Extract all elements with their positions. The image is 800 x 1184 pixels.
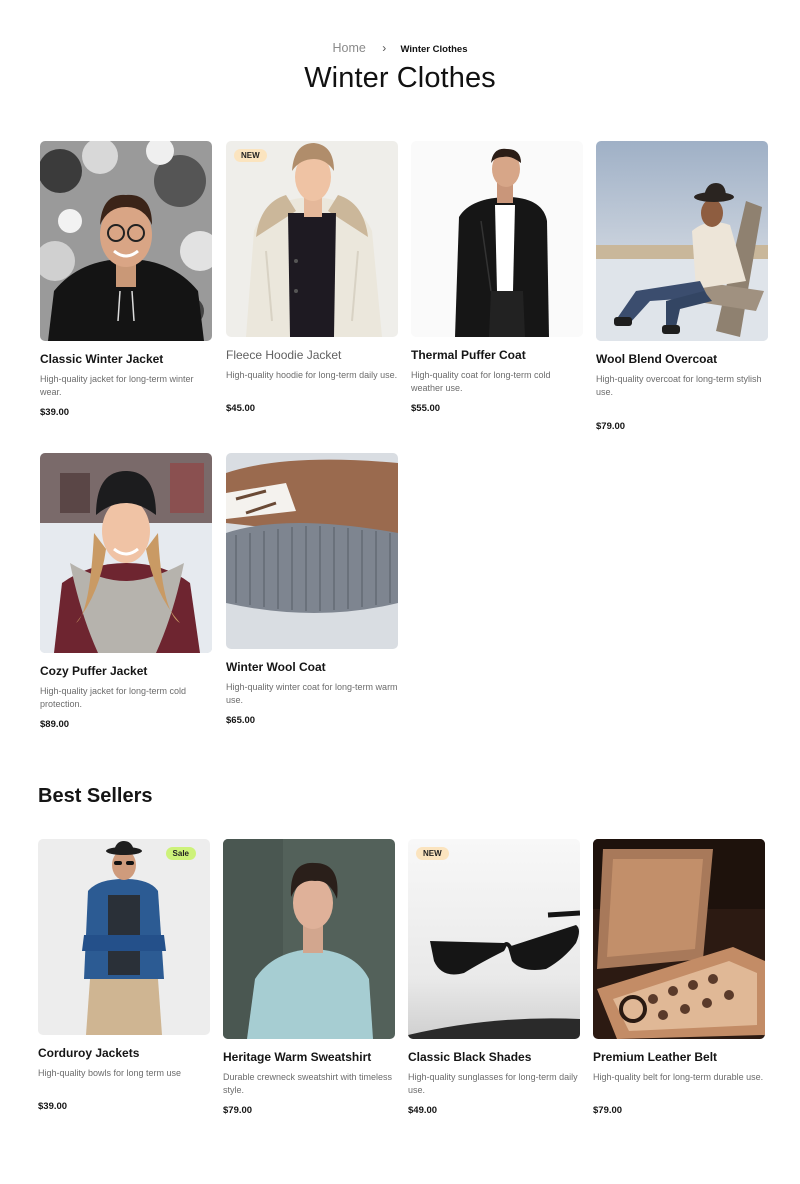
- product-card-fleece-hoodie-jacket[interactable]: NEW Fleece Hoodie Jacket High-quality ho…: [226, 141, 398, 414]
- product-description: Durable crewneck sweatshirt with timeles…: [223, 1072, 393, 1095]
- product-description: High-quality bowls for long term use: [38, 1068, 182, 1078]
- product-name[interactable]: Classic Black Shades: [408, 1050, 580, 1064]
- product-card-premium-leather-belt[interactable]: Premium Leather Belt High-quality belt f…: [593, 839, 765, 1116]
- product-price: $79.00: [596, 421, 626, 432]
- product-price: $79.00: [593, 1105, 623, 1116]
- product-image[interactable]: [411, 141, 583, 337]
- product-name[interactable]: Cozy Puffer Jacket: [40, 664, 212, 678]
- product-card-heritage-warm-sweatshirt[interactable]: Heritage Warm Sweatshirt Durable crewnec…: [223, 839, 395, 1116]
- product-name[interactable]: Fleece Hoodie Jacket: [226, 348, 398, 362]
- product-name[interactable]: Thermal Puffer Coat: [411, 348, 583, 362]
- product-description: High-quality sunglasses for long-term da…: [408, 1072, 578, 1095]
- product-name[interactable]: Corduroy Jackets: [38, 1046, 210, 1060]
- sale-badge: Sale: [165, 847, 196, 860]
- chevron-right-icon: ›: [382, 41, 387, 55]
- product-image[interactable]: Sale: [38, 839, 210, 1035]
- product-image[interactable]: NEW: [226, 141, 398, 337]
- product-card-cozy-puffer-jacket[interactable]: Cozy Puffer Jacket High-quality jacket f…: [40, 453, 212, 730]
- product-description: High-quality overcoat for long-term styl…: [596, 374, 762, 397]
- product-description: High-quality jacket for long-term winter…: [40, 374, 194, 397]
- product-description: High-quality belt for long-term durable …: [593, 1072, 764, 1082]
- product-price: $79.00: [223, 1105, 253, 1116]
- product-name[interactable]: Heritage Warm Sweatshirt: [223, 1050, 395, 1064]
- breadcrumb-current: Winter Clothes: [400, 44, 468, 55]
- product-card-winter-wool-coat[interactable]: Winter Wool Coat High-quality winter coa…: [226, 453, 398, 726]
- product-image[interactable]: [40, 141, 212, 341]
- product-price: $49.00: [408, 1105, 438, 1116]
- product-card-thermal-puffer-coat[interactable]: Thermal Puffer Coat High-quality coat fo…: [411, 141, 583, 414]
- product-name[interactable]: Classic Winter Jacket: [40, 352, 212, 366]
- product-image[interactable]: [40, 453, 212, 653]
- product-card-corduroy-jackets[interactable]: Sale Corduroy Jackets High-quality bowls…: [38, 839, 210, 1112]
- best-sellers-title: Best Sellers: [38, 785, 153, 807]
- product-description: High-quality hoodie for long-term daily …: [226, 370, 398, 380]
- product-price: $39.00: [38, 1101, 68, 1112]
- new-badge: NEW: [416, 847, 449, 860]
- product-name[interactable]: Winter Wool Coat: [226, 660, 398, 674]
- product-price: $39.00: [40, 407, 70, 418]
- product-description: High-quality winter coat for long-term w…: [226, 682, 398, 705]
- product-description: High-quality jacket for long-term cold p…: [40, 686, 187, 709]
- product-description: High-quality coat for long-term cold wea…: [411, 370, 551, 393]
- breadcrumb: Home › Winter Clothes: [0, 41, 800, 55]
- product-card-classic-winter-jacket[interactable]: Classic Winter Jacket High-quality jacke…: [40, 141, 212, 418]
- product-image[interactable]: [596, 141, 768, 341]
- product-image[interactable]: [223, 839, 395, 1039]
- product-card-classic-black-shades[interactable]: NEW Classic Black Shades High-quality su…: [408, 839, 580, 1116]
- product-image[interactable]: [593, 839, 765, 1039]
- breadcrumb-home-link[interactable]: Home: [333, 41, 366, 55]
- product-image[interactable]: NEW: [408, 839, 580, 1039]
- product-price: $65.00: [226, 715, 256, 726]
- product-image[interactable]: [226, 453, 398, 649]
- product-price: $45.00: [226, 403, 256, 414]
- product-card-wool-blend-overcoat[interactable]: Wool Blend Overcoat High-quality overcoa…: [596, 141, 768, 432]
- product-price: $55.00: [411, 403, 441, 414]
- product-name[interactable]: Premium Leather Belt: [593, 1050, 765, 1064]
- product-name[interactable]: Wool Blend Overcoat: [596, 352, 768, 366]
- new-badge: NEW: [234, 149, 267, 162]
- page-title: Winter Clothes: [304, 62, 496, 94]
- product-price: $89.00: [40, 719, 70, 730]
